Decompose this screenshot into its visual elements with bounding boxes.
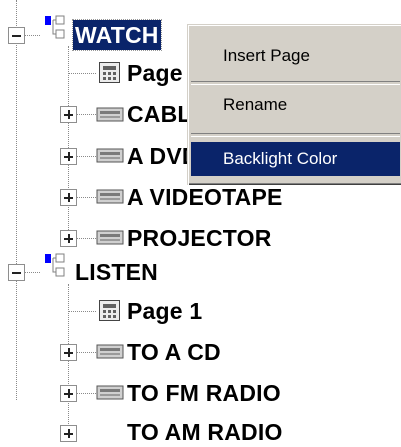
expand-toggle[interactable] — [60, 425, 77, 442]
group-label-listen[interactable]: LISTEN — [75, 257, 158, 287]
device-group-icon — [45, 253, 65, 277]
tree-connector — [76, 114, 96, 115]
tree-item-to-fm-radio[interactable]: TO FM RADIO — [127, 378, 281, 408]
tree-connector — [76, 197, 96, 198]
tree-item-projector[interactable]: PROJECTOR — [127, 223, 272, 253]
device-group-icon — [45, 15, 65, 39]
expand-toggle[interactable] — [60, 230, 77, 247]
tree-connector — [68, 73, 96, 74]
expand-toggle[interactable] — [60, 385, 77, 402]
device-icon — [96, 344, 124, 359]
tree-connector — [68, 311, 96, 312]
expand-toggle[interactable] — [60, 148, 77, 165]
tree-connector — [76, 352, 96, 353]
device-icon — [96, 189, 124, 204]
tree-connector — [76, 156, 96, 157]
watch-children-connector — [68, 46, 69, 238]
tree-item-a-videotape[interactable]: A VIDEOTAPE — [127, 182, 283, 212]
collapse-toggle-listen[interactable] — [8, 264, 25, 281]
tree-connector — [24, 35, 40, 36]
tree-root-connector — [16, 0, 17, 400]
group-label-watch[interactable]: WATCH — [72, 19, 162, 51]
device-icon — [96, 107, 124, 122]
menu-item-backlight-color[interactable]: Backlight Color — [191, 142, 400, 176]
tree-connector — [76, 393, 96, 394]
menu-separator — [191, 81, 400, 85]
expand-toggle[interactable] — [60, 344, 77, 361]
tree-connector — [76, 238, 96, 239]
device-icon — [96, 230, 124, 245]
tree-item-listen-page-1[interactable]: Page 1 — [127, 296, 202, 326]
menu-item-insert-page[interactable]: Insert Page — [191, 39, 400, 73]
menu-item-rename[interactable]: Rename — [191, 88, 400, 122]
collapse-toggle-watch[interactable] — [8, 27, 25, 44]
context-menu: Insert Page Rename Backlight Color — [187, 24, 401, 185]
tree-item-to-am-radio[interactable]: TO AM RADIO — [127, 417, 283, 447]
tree-connector — [24, 272, 40, 273]
expand-toggle[interactable] — [60, 189, 77, 206]
device-icon — [96, 148, 124, 163]
page-icon — [99, 300, 120, 321]
expand-toggle[interactable] — [60, 106, 77, 123]
device-icon — [96, 385, 124, 400]
page-icon — [99, 62, 120, 83]
tree-item-to-a-cd[interactable]: TO A CD — [127, 337, 221, 367]
menu-separator — [191, 133, 400, 137]
